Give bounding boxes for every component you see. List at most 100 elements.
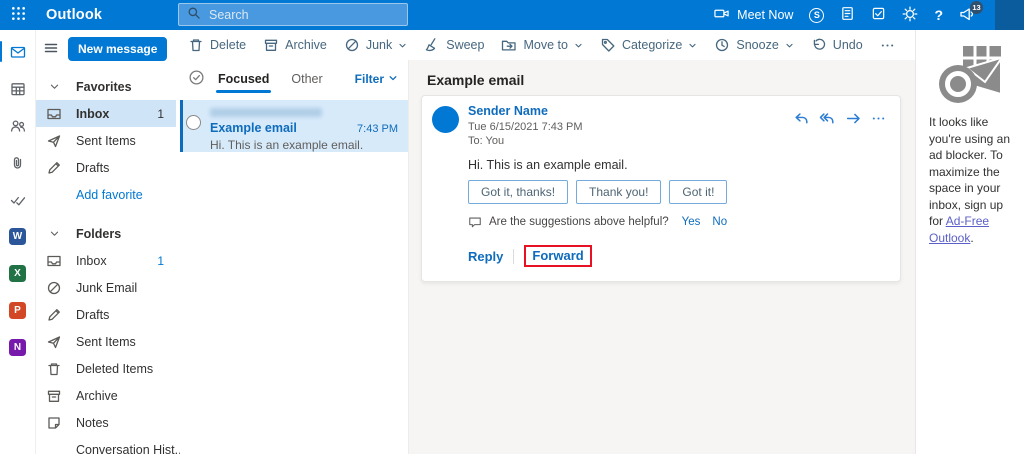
sent-datetime: Tue 6/15/2021 7:43 PM: [468, 121, 583, 135]
select-all-button[interactable]: [188, 69, 205, 89]
command-toolbar: Delete Archive Junk Sweep Move to Categorize S…: [180, 30, 915, 60]
section-header-favorites[interactable]: Favorites: [36, 73, 176, 100]
reply-button[interactable]: Reply: [468, 249, 503, 264]
reply-all-icon-button[interactable]: [819, 110, 836, 130]
video-camera-icon: [713, 6, 730, 24]
block-icon: [344, 37, 360, 53]
account-avatar[interactable]: [995, 0, 1024, 30]
app-rail-powerpoint-button[interactable]: P: [0, 292, 36, 329]
skype-button[interactable]: S: [809, 8, 824, 23]
toolbar-more-options-button[interactable]: [880, 38, 895, 53]
sidebar-item-deleted-items[interactable]: Deleted Items: [36, 355, 176, 382]
app-rail-excel-button[interactable]: X: [0, 255, 36, 292]
skype-icon: S: [809, 8, 824, 23]
chevron-down-icon: [46, 228, 62, 239]
app-rail-calendar-button[interactable]: [0, 70, 36, 107]
suggested-reply-button[interactable]: Thank you!: [576, 180, 661, 204]
main-area: Delete Archive Junk Sweep Move to Categorize S…: [180, 30, 915, 454]
sidebar-item-junk-email[interactable]: Junk Email: [36, 274, 176, 301]
new-message-button[interactable]: New message: [68, 37, 167, 61]
tab-other[interactable]: Other: [291, 60, 322, 97]
reply-all-icon: [819, 110, 836, 130]
onenote-icon: N: [9, 339, 26, 356]
pencil-icon: [46, 307, 62, 323]
app-rail-attachments-button[interactable]: [0, 144, 36, 181]
more-options-button[interactable]: [871, 111, 886, 129]
toolbar-label: Delete: [210, 38, 246, 52]
meet-now-button[interactable]: Meet Now: [713, 6, 793, 24]
undo-icon: [811, 37, 827, 53]
inbox-icon: [46, 253, 62, 269]
move-to-button[interactable]: Move to: [501, 37, 582, 53]
forward-button[interactable]: Forward: [532, 248, 583, 263]
filter-button[interactable]: Filter: [355, 72, 398, 86]
feedback-yes-button[interactable]: Yes: [682, 216, 701, 228]
app-rail-people-button[interactable]: [0, 107, 36, 144]
reply-icon-button[interactable]: [793, 110, 810, 130]
feedback-no-button[interactable]: No: [712, 216, 727, 228]
undo-button[interactable]: Undo: [811, 37, 863, 53]
feed-button[interactable]: [840, 6, 855, 24]
outlook-window: Outlook Meet Now S: [0, 0, 1024, 454]
sidebar-item-add-favorite[interactable]: Add favorite: [36, 181, 176, 208]
feedback-button[interactable]: 13: [959, 6, 975, 25]
block-icon: [46, 280, 62, 296]
sidebar-item-archive[interactable]: Archive: [36, 382, 176, 409]
chevron-down-icon: [46, 81, 62, 92]
meet-now-label: Meet Now: [737, 8, 793, 22]
section-header-folders[interactable]: Folders: [36, 220, 176, 247]
tasks-button[interactable]: [871, 6, 886, 24]
settings-button[interactable]: [902, 6, 918, 25]
sidebar-item-sent-items[interactable]: Sent Items: [36, 328, 176, 355]
app-rail-mail-button[interactable]: [0, 33, 36, 70]
recipient-line: To: You: [468, 135, 583, 149]
forward-icon: [845, 110, 862, 130]
tag-icon: [600, 37, 616, 53]
sweep-icon: [424, 37, 440, 53]
app-rail-word-button[interactable]: W: [0, 218, 36, 255]
app-launcher-button[interactable]: [0, 0, 36, 30]
ad-blocker-message: It looks like you're using an ad blocker…: [916, 114, 1024, 246]
inbox-icon: [46, 106, 62, 122]
help-button[interactable]: ?: [934, 7, 943, 23]
folder-label: Conversation Hist...: [76, 443, 185, 454]
sweep-button[interactable]: Sweep: [424, 37, 484, 53]
archive-button[interactable]: Archive: [263, 37, 327, 53]
sidebar-item-drafts[interactable]: Drafts: [36, 301, 176, 328]
suggested-reply-button[interactable]: Got it, thanks!: [468, 180, 568, 204]
sidebar-item-conversation-hist[interactable]: Conversation Hist...: [36, 436, 176, 454]
suggested-reply-button[interactable]: Got it!: [669, 180, 727, 204]
sidebar-item-notes[interactable]: Notes: [36, 409, 176, 436]
sender-avatar[interactable]: [432, 106, 459, 133]
app-rail-onenote-button[interactable]: N: [0, 329, 36, 366]
divider: [513, 249, 514, 264]
speech-bubble-icon: [468, 215, 482, 229]
categorize-button[interactable]: Categorize: [600, 37, 697, 53]
search-bar[interactable]: [178, 3, 408, 26]
sidebar-item-inbox[interactable]: Inbox1: [36, 100, 176, 127]
send-icon: [46, 334, 62, 350]
tab-focused[interactable]: Focused: [218, 60, 269, 97]
delete-button[interactable]: Delete: [188, 37, 246, 53]
junk-button[interactable]: Junk: [344, 37, 407, 53]
circle-check-icon: [188, 69, 205, 89]
snooze-button[interactable]: Snooze: [714, 37, 793, 53]
suggestions-feedback: Are the suggestions above helpful? Yes N…: [468, 215, 886, 229]
sidebar-item-drafts[interactable]: Drafts: [36, 154, 176, 181]
section-title: Folders: [76, 227, 121, 241]
feedback-question: Are the suggestions above helpful?: [489, 216, 669, 228]
sender-name[interactable]: Sender Name: [468, 104, 583, 120]
message-list: Focused Other Filter Example email7:43 PM…: [180, 60, 409, 454]
forward-icon-button[interactable]: [845, 110, 862, 130]
gear-icon: [902, 6, 918, 25]
sidebar-item-inbox[interactable]: Inbox1: [36, 247, 176, 274]
chevron-down-icon: [388, 72, 398, 86]
mail-list-item[interactable]: Example email7:43 PMHi. This is an examp…: [180, 100, 408, 152]
search-input[interactable]: [209, 8, 399, 22]
message-list-header: Focused Other Filter: [180, 60, 408, 97]
movefolder-icon: [501, 37, 517, 53]
app-rail-todo-button[interactable]: [0, 181, 36, 218]
select-message-radio[interactable]: [186, 115, 201, 130]
hamburger-button[interactable]: [36, 37, 66, 61]
sidebar-item-sent-items[interactable]: Sent Items: [36, 127, 176, 154]
